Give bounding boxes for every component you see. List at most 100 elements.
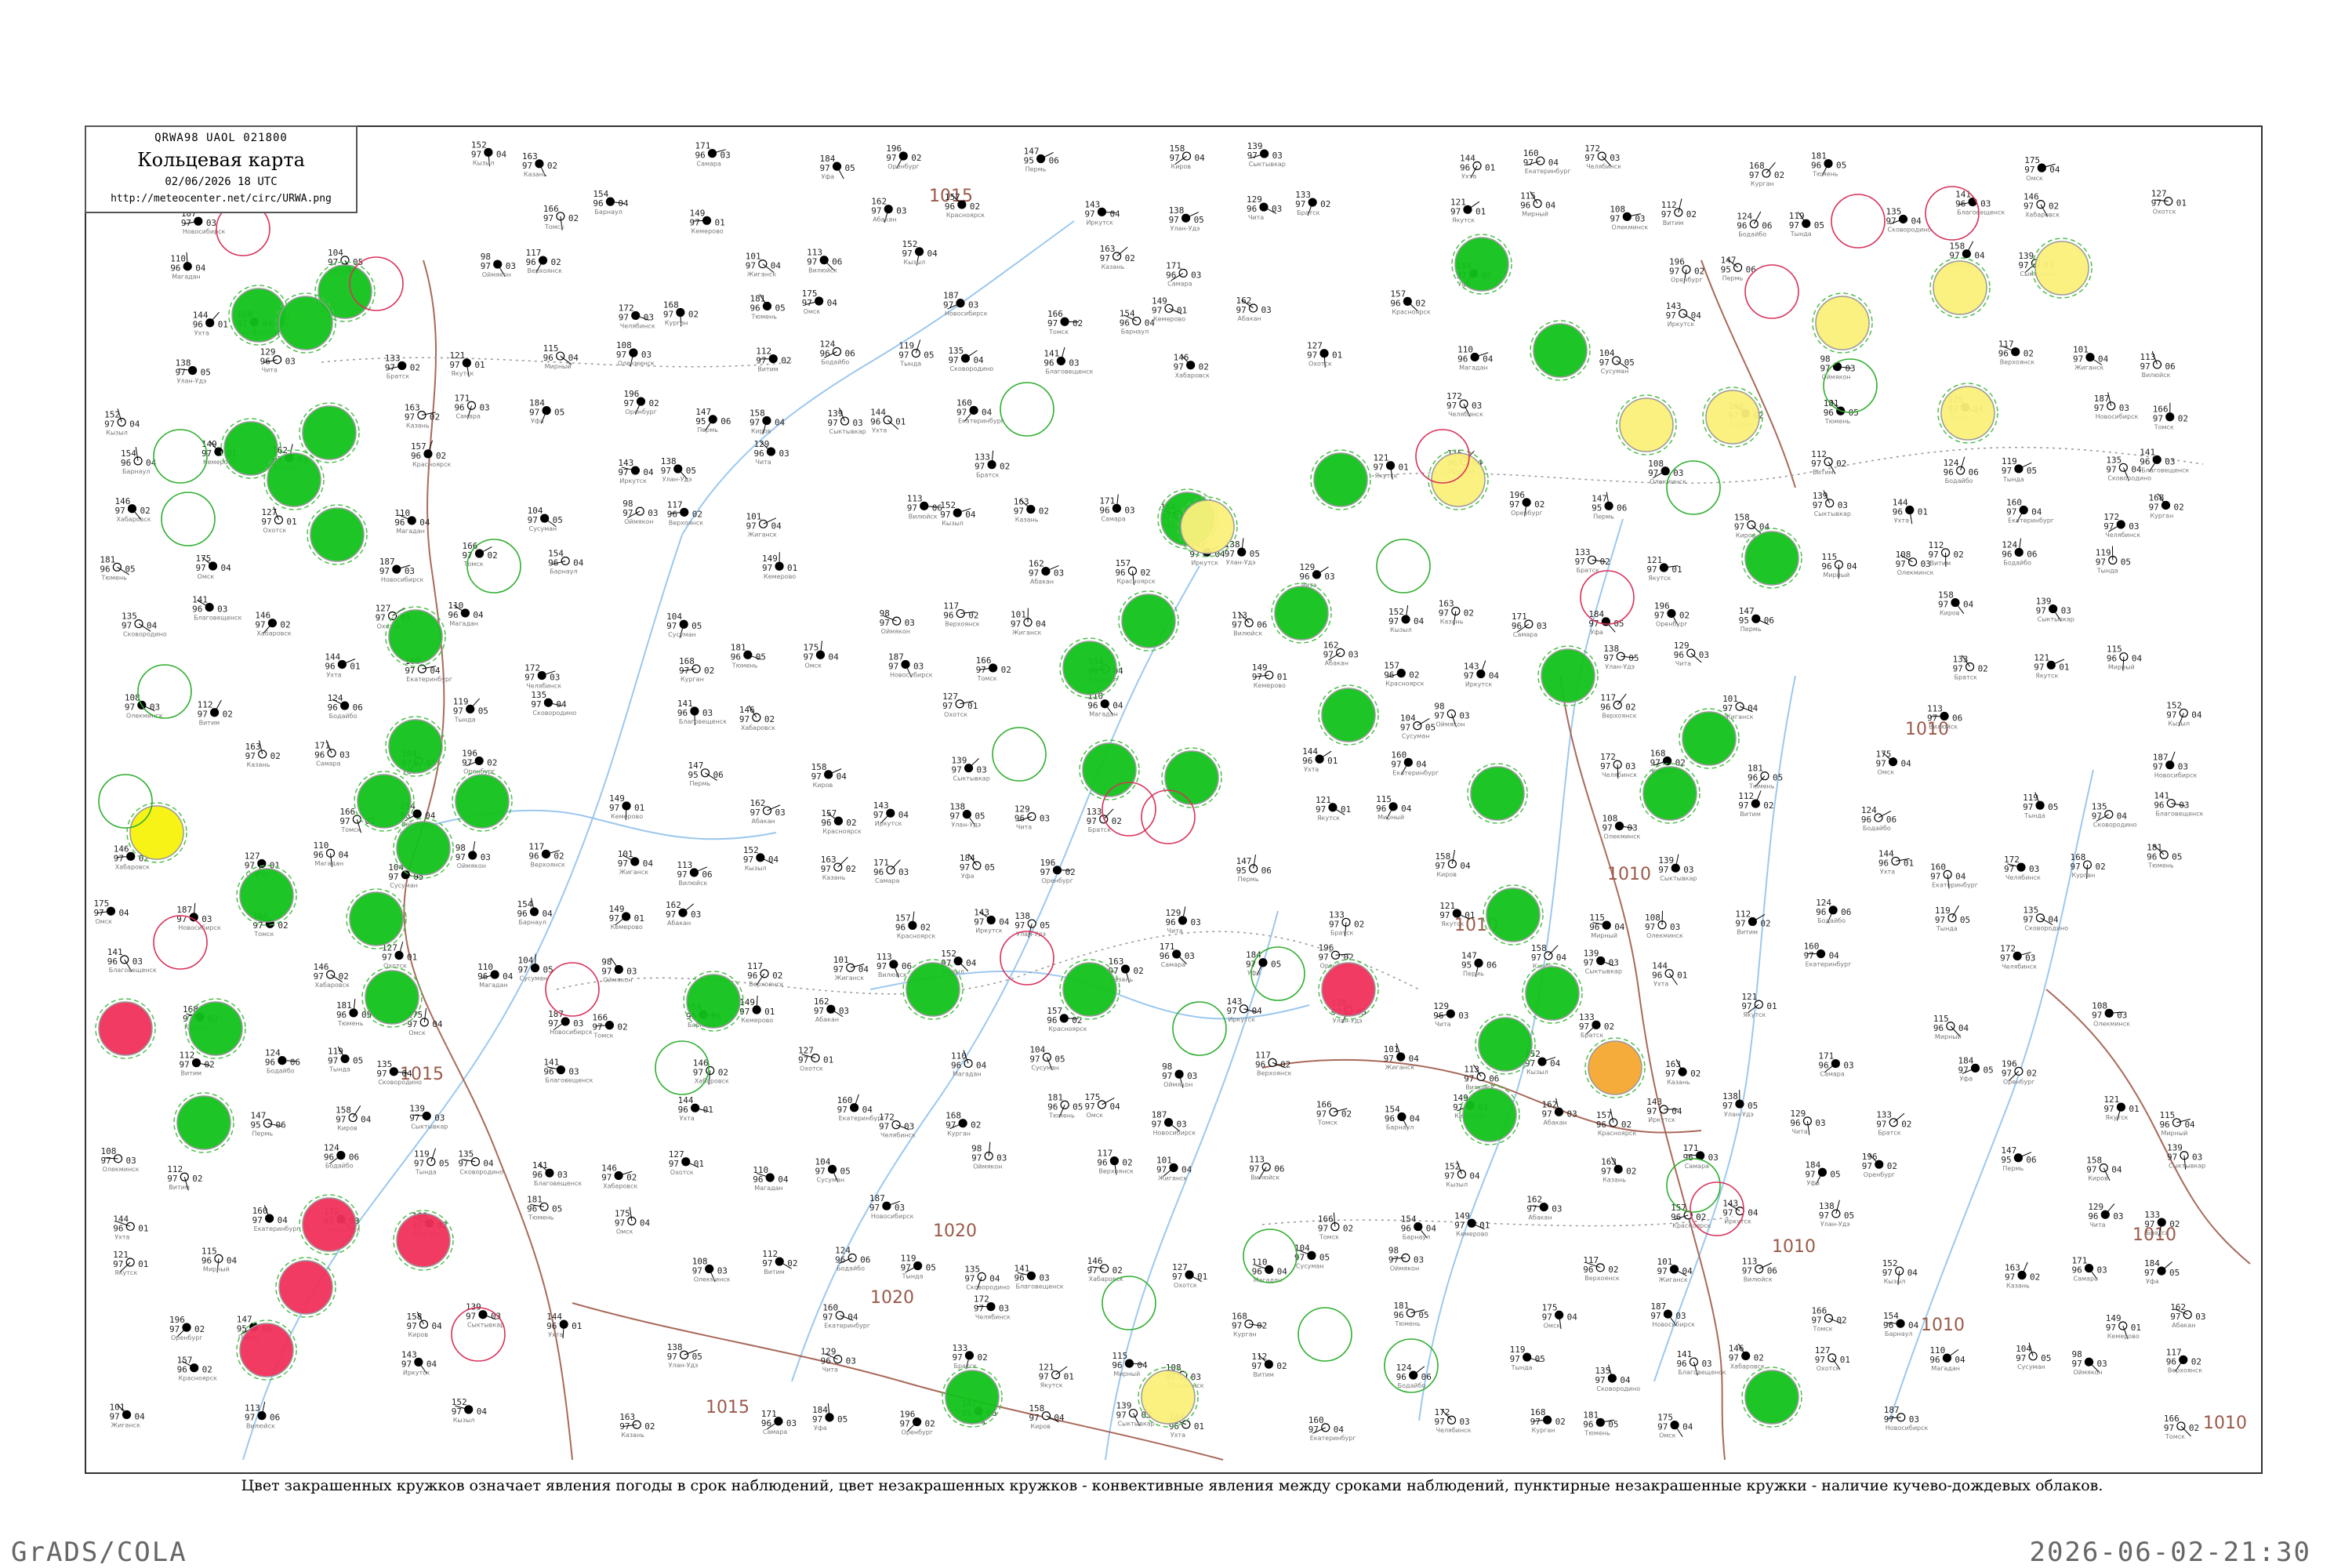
station-dewpoint: 97 [2071, 862, 2081, 872]
station-pressure-tendency: 03 [1683, 865, 1693, 875]
station-pressure-tendency: 02 [1690, 1069, 1700, 1079]
station-plot: 1849705Уфа [960, 853, 995, 880]
station-name: Самара [1513, 631, 1538, 638]
station-dewpoint: 96 [2159, 1120, 2169, 1130]
station-name: Ухта [1653, 981, 1668, 988]
isobar-label: 1020 [933, 1221, 977, 1241]
station-name: Челябинск [526, 683, 561, 690]
phenomenon-filled-circle [1121, 593, 1176, 648]
station-dewpoint: 95 [1236, 866, 1247, 876]
station-pressure-tendency: 04 [1277, 1266, 1288, 1276]
station-pressure-tendency: 03 [2129, 521, 2139, 532]
station-pressure-tendency: 03 [1272, 204, 1282, 214]
station-dewpoint: 96 [1384, 670, 1394, 681]
station-plot: 1759704Омск [93, 898, 129, 925]
station-pressure-tendency: 06 [1617, 503, 1627, 513]
station-dewpoint: 97 [907, 503, 917, 513]
station-dewpoint: 97 [1813, 500, 1823, 510]
station-dewpoint: 97 [2094, 403, 2104, 413]
station-pressure-tendency: 02 [270, 751, 281, 761]
station-name: Челябинск [2005, 874, 2041, 881]
station-name: Улан-Удэ [177, 378, 207, 385]
station-pressure-tendency: 02 [436, 451, 446, 461]
station-pressure-tendency: 04 [828, 652, 839, 662]
station-pressure-tendency: 04 [2191, 710, 2202, 720]
station-pressure-tendency: 03 [898, 867, 909, 877]
station-name: Верхоянск [2000, 359, 2035, 366]
phenomenon-filled-circle [302, 1197, 357, 1252]
station-pressure-tendency: 02 [487, 757, 497, 768]
station-plot: 1849705Уфа [529, 398, 564, 425]
station-dewpoint: 97 [1646, 1106, 1657, 1116]
station-name: Абакан [1325, 659, 1348, 666]
station-pressure-tendency: 05 [439, 1159, 449, 1169]
station-plot: 12496 06Бодайбо [324, 1143, 359, 1170]
station-name: Магадан [1459, 364, 1488, 371]
station-name: Оймякон [881, 628, 910, 635]
station-plot: 11096 04Магадан [753, 1165, 789, 1192]
station-name: Оренбург [887, 163, 919, 170]
cloud-cover-symbol [2019, 505, 2028, 515]
station-name: Пермь [252, 1131, 274, 1138]
station-name: Кызыл [1884, 1278, 1906, 1285]
station-plot: 12996 03Чита [1433, 1001, 1468, 1028]
station-plot: 14196 03Благовещенск [1676, 1349, 1726, 1376]
station-pressure-tendency: 02 [617, 1022, 627, 1033]
station-dewpoint: 96 [1676, 1359, 1686, 1369]
station-pressure-tendency: 02 [704, 666, 714, 676]
station-name: Магадан [396, 528, 425, 535]
station-name: Ухта [1171, 1432, 1185, 1439]
station-name: Оренбург [171, 1334, 202, 1341]
station-dewpoint: 97 [1929, 550, 1939, 560]
station-plot: 10197 04Жиганск [1011, 608, 1047, 637]
station-dewpoint: 96 [1457, 354, 1468, 364]
station-dewpoint: 96 [1255, 1059, 1265, 1069]
station-pressure-tendency: 02 [1354, 919, 1364, 929]
station-pressure-tendency: 03 [481, 852, 491, 862]
station-plot: 1689702Курган [1232, 1312, 1267, 1338]
station-pressure-tendency: 04 [1054, 1413, 1065, 1423]
station-dewpoint: 96 [873, 867, 884, 877]
station-plot: 11997 05Тында [414, 1148, 449, 1176]
station-dewpoint: 97 [1329, 919, 1339, 929]
station-name: Киров [337, 1125, 358, 1132]
station-plot: 14697 02Хабаровск [255, 611, 291, 637]
station-pressure-tendency: 04 [1489, 671, 1500, 681]
station-pressure-tendency: 01 [474, 360, 485, 370]
station-name: Благовещенск [545, 1077, 593, 1084]
station-plot: 1279701Охотск [942, 691, 978, 718]
station-pressure-tendency: 03 [550, 673, 560, 683]
station-dewpoint: 97 [1882, 1268, 1893, 1278]
station-name: Вилюйск [909, 513, 938, 520]
station-name: Казань [406, 422, 430, 429]
station-name: Олекминск [1611, 223, 1648, 230]
station-dewpoint: 97 [871, 206, 881, 216]
station-plot: 10197 04Жиганск [1657, 1257, 1693, 1283]
station-plot: 11397 06Вилюйск [2140, 350, 2176, 379]
station-plot: 1389705Улан-Удэ [1014, 911, 1050, 938]
station-pressure-tendency: 05 [478, 706, 488, 716]
station-pressure-tendency: 04 [973, 355, 984, 365]
station-dewpoint: 97 [609, 913, 619, 924]
station-name: Пермь [689, 780, 710, 787]
station-pressure-tendency: 05 [1830, 1169, 1840, 1179]
station-dewpoint: 97 [1819, 1210, 1829, 1221]
station-plot: 11997 05Тында [1510, 1345, 1545, 1371]
station-plot: 1439704Иркутск [1646, 1097, 1682, 1123]
station-pressure-tendency: 03 [702, 708, 713, 718]
station-name: Уфа [1806, 1179, 1820, 1186]
station-plot: 11796 02Верхоянск [528, 841, 565, 868]
station-name: Верхоянск [669, 519, 704, 526]
station-name: Киров [1940, 610, 1960, 617]
station-pressure-tendency: 05 [845, 163, 855, 173]
station-pressure-tendency: 03 [405, 566, 415, 576]
station-name: Томск [463, 561, 483, 568]
station-name: Казань [1015, 517, 1039, 524]
station-pressure-tendency: 04 [966, 958, 977, 968]
station-dewpoint: 96 [1824, 408, 1834, 418]
station-plot: 1529704Кызыл [452, 1397, 488, 1424]
station-plot: 1499701Кемерово [1252, 662, 1287, 689]
station-plot: 12496 06Бодайбо [2002, 538, 2037, 566]
station-dewpoint: 97 [1665, 1069, 1675, 1079]
station-name: Красноярск [1392, 308, 1430, 315]
